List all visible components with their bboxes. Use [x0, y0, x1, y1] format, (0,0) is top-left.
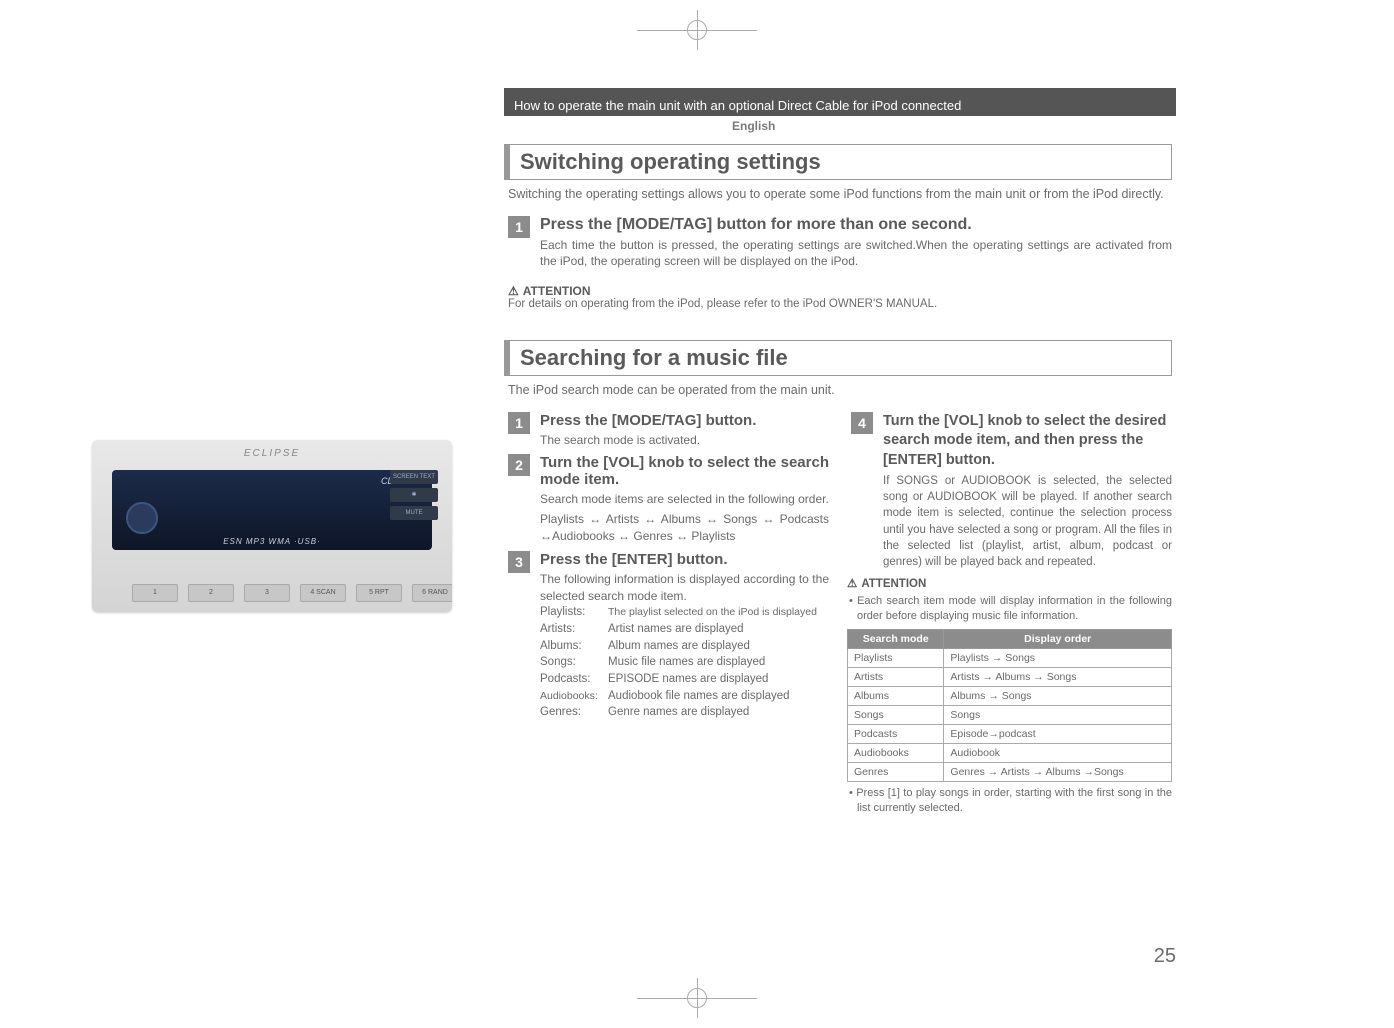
- device-brand-label: ECLIPSE: [244, 448, 300, 459]
- header-breadcrumb: How to operate the main unit with an opt…: [504, 88, 1176, 116]
- mode-label: Albums:: [540, 638, 608, 655]
- device-side-button: SCREEN TEXT: [390, 470, 438, 484]
- table-cell: Episode→podcast: [944, 724, 1172, 743]
- mode-label: Artists:: [540, 621, 608, 638]
- table-cell: Podcasts: [848, 724, 944, 743]
- mode-value: Album names are displayed: [608, 640, 750, 652]
- table-cell: Songs: [944, 705, 1172, 724]
- table-cell: Songs: [848, 705, 944, 724]
- switching-intro: Switching the operating settings allows …: [508, 186, 1172, 204]
- device-side-button: MUTE: [390, 506, 438, 520]
- attention-text: For details on operating from the iPod, …: [508, 298, 1172, 310]
- table-cell: Audiobooks: [848, 743, 944, 762]
- device-side-buttons: SCREEN TEXT ✱ MUTE: [390, 470, 438, 520]
- register-mark-top: [637, 10, 757, 50]
- table-row: GenresGenres → Artists → Albums →Songs: [848, 762, 1172, 781]
- device-preset: 4 SCAN: [300, 584, 346, 602]
- device-codecs-label: ESN MP3 WMA ·USB·: [223, 537, 321, 546]
- searching-step-4: 4 Turn the [VOL] knob to select the desi…: [851, 412, 1172, 570]
- register-mark-bottom: [637, 978, 757, 1018]
- searching-step-3: 3 Press the [ENTER] button. The followin…: [508, 551, 829, 721]
- attention-bullet-text: Each search item mode will display infor…: [847, 594, 1172, 625]
- device-preset-row: 1 2 3 4 SCAN 5 RPT 6 RAND: [132, 584, 452, 602]
- mode-value: Genre names are displayed: [608, 706, 749, 718]
- searching-attention: ATTENTION Each search item mode will dis…: [847, 576, 1172, 817]
- mode-label: Audiobooks:: [540, 689, 608, 704]
- switching-attention: ATTENTION For details on operating from …: [508, 284, 1172, 310]
- switching-step1-title: Press the [MODE/TAG] button for more tha…: [540, 216, 1172, 234]
- attention-label: ATTENTION: [847, 576, 1172, 590]
- step-number-icon: 4: [851, 412, 873, 434]
- table-cell: Playlists → Songs: [944, 648, 1172, 667]
- searching-step2-desc2: Playlists ↔ Artists ↔ Albums ↔ Songs ↔ P…: [540, 511, 829, 545]
- mode-value: EPISODE names are displayed: [608, 673, 768, 685]
- searching-intro: The iPod search mode can be operated fro…: [508, 382, 1172, 400]
- table-row: ArtistsArtists → Albums → Songs: [848, 667, 1172, 686]
- table-row: SongsSongs: [848, 705, 1172, 724]
- searching-step4-title: Turn the [VOL] knob to select the desire…: [883, 412, 1172, 471]
- device-preset: 3: [244, 584, 290, 602]
- mode-value: Music file names are displayed: [608, 656, 765, 668]
- footnote-bullet: Press [1] to play songs in order, starti…: [847, 786, 1172, 817]
- mode-label: Genres:: [540, 704, 608, 721]
- section-title-switching: Switching operating settings: [504, 144, 1172, 180]
- searching-step-2: 2 Turn the [VOL] knob to select the sear…: [508, 454, 829, 544]
- searching-step1-title: Press the [MODE/TAG] button.: [540, 412, 829, 429]
- step-number-icon: 2: [508, 454, 530, 476]
- switching-step1-desc: Each time the button is pressed, the ope…: [540, 237, 1172, 271]
- language-label: English: [732, 119, 775, 133]
- device-preset: 5 RPT: [356, 584, 402, 602]
- mode-label: Podcasts:: [540, 671, 608, 688]
- table-cell: Playlists: [848, 648, 944, 667]
- device-preset: 2: [188, 584, 234, 602]
- switching-step-1: 1 Press the [MODE/TAG] button for more t…: [508, 216, 1172, 271]
- step-number-icon: 3: [508, 551, 530, 573]
- searching-step1-desc: The search mode is activated.: [540, 432, 829, 449]
- mode-value: Audiobook file names are displayed: [608, 690, 790, 702]
- mode-label: Songs:: [540, 654, 608, 671]
- page-number: 25: [1154, 945, 1176, 968]
- table-cell: Albums: [848, 686, 944, 705]
- device-knob-icon: [126, 502, 158, 534]
- table-header-mode: Search mode: [848, 629, 944, 648]
- table-row: PodcastsEpisode→podcast: [848, 724, 1172, 743]
- searching-step2-desc1: Search mode items are selected in the fo…: [540, 491, 829, 508]
- table-header-order: Display order: [944, 629, 1172, 648]
- table-cell: Audiobook: [944, 743, 1172, 762]
- step-number-icon: 1: [508, 412, 530, 434]
- device-preset: 6 RAND: [412, 584, 452, 602]
- device-screen: ECLIPSE CD5030 ESN MP3 WMA ·USB·: [112, 470, 432, 550]
- searching-mode-list: Playlists:The playlist selected on the i…: [540, 604, 829, 721]
- table-cell: Artists: [848, 667, 944, 686]
- table-row: AudiobooksAudiobook: [848, 743, 1172, 762]
- section-title-searching: Searching for a music file: [504, 340, 1172, 376]
- mode-label: Playlists:: [540, 604, 608, 621]
- device-image: ECLIPSE CD5030 ESN MP3 WMA ·USB· SCREEN …: [92, 440, 452, 612]
- mode-value: The playlist selected on the iPod is dis…: [608, 606, 817, 618]
- device-side-button: ✱: [390, 488, 438, 502]
- table-cell: Artists → Albums → Songs: [944, 667, 1172, 686]
- table-cell: Genres → Artists → Albums →Songs: [944, 762, 1172, 781]
- searching-step2-title: Turn the [VOL] knob to select the search…: [540, 454, 829, 488]
- table-row: PlaylistsPlaylists → Songs: [848, 648, 1172, 667]
- step-number-icon: 1: [508, 216, 530, 238]
- searching-step-1: 1 Press the [MODE/TAG] button. The searc…: [508, 412, 829, 449]
- mode-value: Artist names are displayed: [608, 623, 744, 635]
- attention-label: ATTENTION: [508, 284, 1172, 298]
- display-order-table: Search mode Display order PlaylistsPlayl…: [847, 629, 1172, 782]
- table-row: AlbumsAlbums → Songs: [848, 686, 1172, 705]
- searching-step3-intro: The following information is displayed a…: [540, 571, 829, 605]
- header-breadcrumb-text: How to operate the main unit with an opt…: [514, 98, 961, 113]
- searching-step4-desc: If SONGS or AUDIOBOOK is selected, the s…: [883, 473, 1172, 570]
- table-cell: Albums → Songs: [944, 686, 1172, 705]
- device-preset: 1: [132, 584, 178, 602]
- searching-step3-title: Press the [ENTER] button.: [540, 551, 829, 568]
- table-cell: Genres: [848, 762, 944, 781]
